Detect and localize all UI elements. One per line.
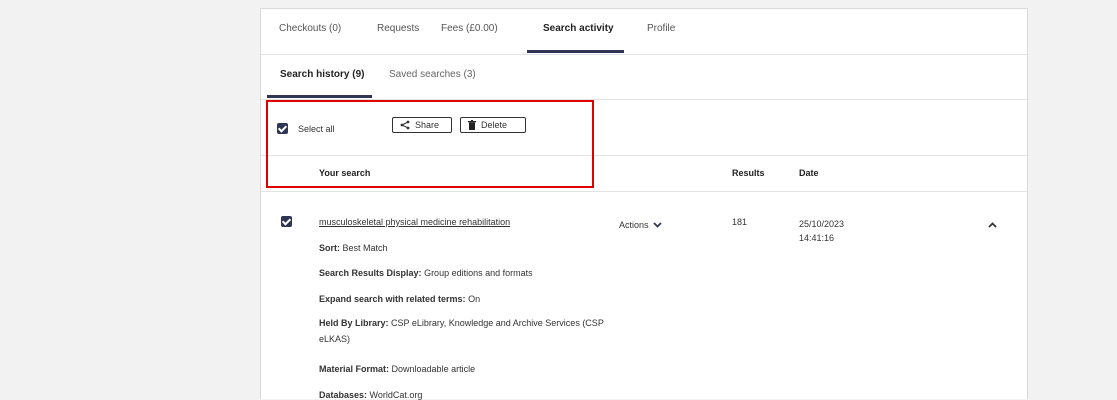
detail-key: Expand search with related terms: [319,294,466,304]
detail-key: Material Format: [319,364,390,374]
results-count: 181 [732,217,748,227]
detail-sort: Sort: Best Match [319,243,388,253]
search-query-link[interactable]: musculoskeletal physical medicine rehabi… [319,217,510,227]
main-tabs: Checkouts (0) Requests Fees (£0.00) Sear… [261,9,1027,55]
detail-material-format: Material Format: Downloadable article [319,364,475,374]
chevron-down-icon [652,222,662,228]
detail-key: Sort: [319,243,340,253]
table-row: musculoskeletal physical medicine rehabi… [261,192,1027,400]
search-date-day: 25/10/2023 [799,219,845,229]
tab-fees[interactable]: Fees (£0.00) [441,23,498,34]
detail-results-display: Search Results Display: Group editions a… [319,268,533,278]
column-results: Results [732,168,765,178]
detail-held-by-library: Held By Library: CSP eLibrary, Knowledge… [319,315,609,347]
sub-tabs: Search history (9) Saved searches (3) [261,54,1027,100]
column-date: Date [799,168,819,178]
tab-checkouts[interactable]: Checkouts (0) [279,23,341,34]
tab-search-history[interactable]: Search history (9) [280,69,364,80]
row-checkbox[interactable] [281,216,292,227]
account-panel: Checkouts (0) Requests Fees (£0.00) Sear… [260,8,1028,400]
active-subtab-indicator [267,95,372,98]
chevron-up-icon[interactable] [988,222,997,228]
detail-value: Downloadable article [391,364,476,374]
tab-saved-searches[interactable]: Saved searches (3) [389,69,476,80]
detail-expand-search: Expand search with related terms: On [319,294,480,304]
detail-value: On [468,294,481,304]
actions-label: Actions [619,220,649,230]
search-date-time: 14:41:16 [799,233,835,243]
highlight-box [266,100,594,188]
detail-value: Best Match [342,243,388,253]
search-date: 25/10/2023 14:41:16 [799,217,844,245]
tab-profile[interactable]: Profile [647,23,675,34]
detail-value: Group editions and formats [424,268,533,278]
tab-requests[interactable]: Requests [377,23,419,34]
active-tab-indicator [527,50,624,53]
tab-search-activity[interactable]: Search activity [543,23,614,34]
detail-key: Held By Library: [319,318,389,328]
detail-key: Search Results Display: [319,268,422,278]
actions-dropdown[interactable]: Actions [619,220,662,230]
